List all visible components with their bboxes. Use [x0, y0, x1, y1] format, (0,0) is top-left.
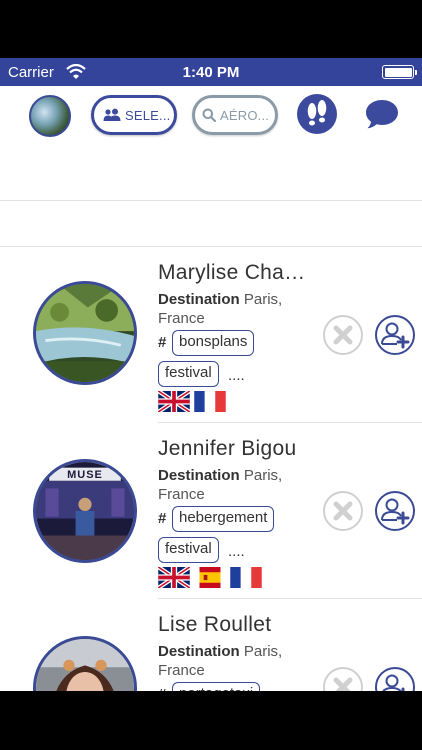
list-item[interactable]: Lise Roullet Destination Paris, France #…	[0, 599, 422, 691]
footprints-icon	[307, 100, 327, 126]
add-user-icon	[381, 498, 410, 525]
footprints-button[interactable]	[297, 94, 337, 134]
user-photo[interactable]: MUSE	[33, 459, 137, 563]
destination-label: Destination	[158, 291, 240, 308]
tag[interactable]: bonsplans	[172, 330, 255, 356]
destination-label: Destination	[158, 643, 240, 660]
selfie-photo	[36, 639, 134, 691]
tag[interactable]: partagetaxi	[172, 682, 261, 691]
bottom-black-bar	[0, 691, 422, 750]
destination-label: Destination	[158, 467, 240, 484]
nav-divider	[0, 200, 422, 201]
status-bar: Carrier 1:40 PM	[0, 58, 422, 86]
dismiss-button[interactable]	[323, 491, 363, 531]
uk-flag	[158, 391, 190, 412]
add-user-button[interactable]	[375, 315, 415, 355]
screen: Carrier 1:40 PM SELE... AÉRO... Marylise…	[0, 0, 422, 750]
destination-text: Destination Paris, France	[158, 642, 308, 680]
dismiss-button[interactable]	[323, 667, 363, 691]
river-photo	[36, 284, 134, 382]
user-photo[interactable]	[33, 636, 137, 691]
france-flag	[230, 567, 262, 588]
list-item[interactable]: MUSE Jennifer Bigou Destination Paris, F…	[0, 423, 422, 599]
airport-search-label: AÉRO...	[220, 107, 270, 123]
airport-search-button[interactable]: AÉRO...	[192, 95, 278, 135]
close-icon	[333, 325, 353, 345]
app-window: Carrier 1:40 PM SELE... AÉRO... Marylise…	[0, 58, 422, 691]
tag[interactable]: hebergement	[172, 506, 275, 532]
tag[interactable]: festival	[158, 537, 219, 563]
more-tags: ....	[228, 543, 245, 560]
photo-badge: MUSE	[67, 469, 103, 481]
hashtag-symbol: #	[158, 334, 167, 351]
group-select-button[interactable]: SELE...	[91, 95, 177, 135]
destination-text: Destination Paris, France	[158, 290, 308, 328]
add-user-button[interactable]	[375, 491, 415, 531]
search-icon	[202, 108, 216, 122]
list-item[interactable]: Marylise Cha… Destination Paris, France …	[0, 247, 422, 423]
hashtag-symbol: #	[158, 510, 167, 527]
add-user-icon	[382, 674, 405, 691]
user-name: Lise Roullet	[158, 613, 272, 636]
add-user-icon	[381, 322, 410, 349]
uk-flag	[158, 567, 190, 588]
spain-flag	[194, 567, 226, 588]
group-select-label: SELE...	[125, 107, 171, 123]
user-name: Jennifer Bigou	[158, 437, 297, 460]
close-icon	[333, 677, 353, 691]
dismiss-button[interactable]	[323, 315, 363, 355]
profile-avatar[interactable]	[29, 95, 71, 137]
add-user-button[interactable]	[375, 667, 415, 691]
top-nav: SELE... AÉRO...	[0, 86, 422, 144]
france-flag	[194, 391, 226, 412]
more-tags: ....	[228, 367, 245, 384]
user-name: Marylise Cha…	[158, 261, 306, 284]
destination-text: Destination Paris, France	[158, 466, 308, 504]
users-icon	[103, 108, 121, 121]
battery-icon	[382, 65, 417, 79]
user-photo[interactable]	[33, 281, 137, 385]
close-icon	[333, 501, 353, 521]
clock: 1:40 PM	[182, 64, 240, 81]
tag[interactable]: festival	[158, 361, 219, 387]
chat-icon[interactable]	[364, 96, 400, 132]
